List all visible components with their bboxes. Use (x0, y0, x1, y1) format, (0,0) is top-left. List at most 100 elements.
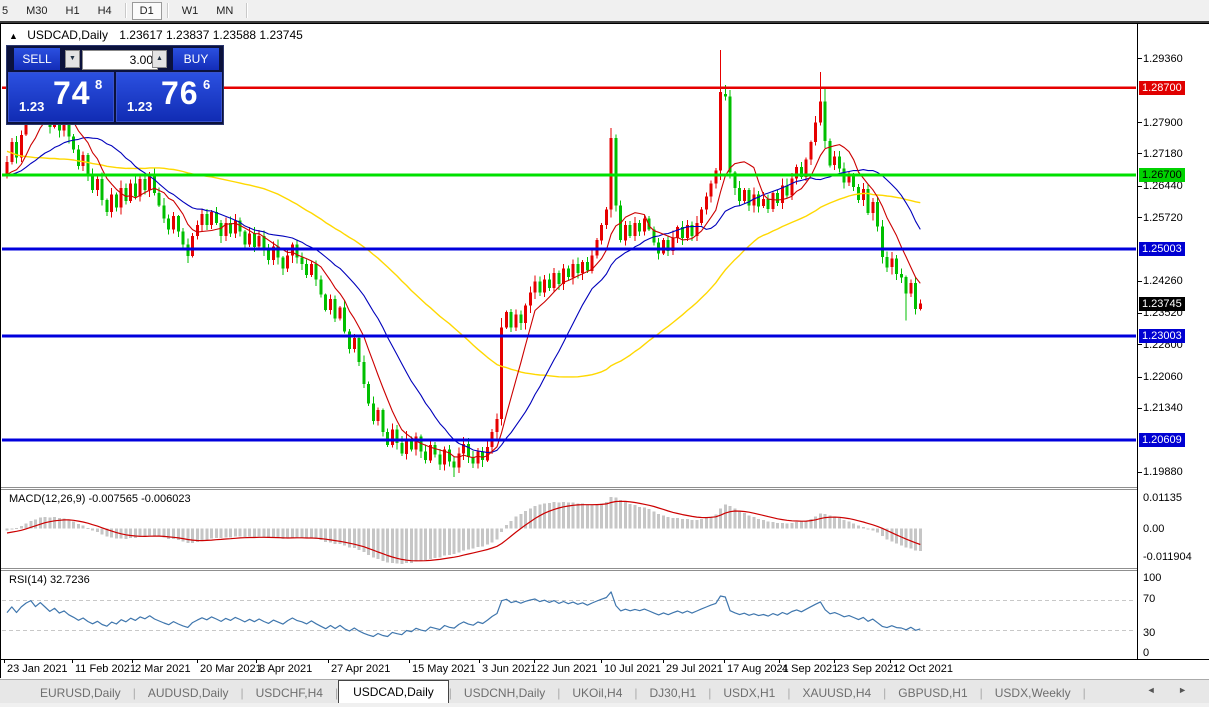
sell-price-sup: 8 (95, 77, 102, 92)
timeframe-button-w1[interactable]: W1 (174, 2, 207, 20)
timeframe-button-d1[interactable]: D1 (132, 2, 162, 20)
date-tick-label: 4 Sep 2021 (782, 663, 838, 675)
level-price-badge: 1.23003 (1139, 329, 1185, 343)
timeframe-button-mn[interactable]: MN (208, 2, 241, 20)
rsi-axis-label: 70 (1143, 593, 1155, 605)
timeframe-button-m30[interactable]: M30 (18, 2, 55, 20)
date-tick-label: 23 Sep 2021 (837, 663, 899, 675)
date-tick-mark (256, 660, 257, 663)
date-tick-mark (4, 660, 5, 663)
date-tick-label: 20 Mar 2021 (200, 663, 262, 675)
ma-fast-line (7, 113, 920, 458)
price-tick-mark (1138, 344, 1142, 345)
date-tick-label: 23 Jan 2021 (7, 663, 68, 675)
level-price-badge: 1.20609 (1139, 433, 1185, 447)
date-tick-mark (663, 660, 664, 663)
chart-tab-usdx-h1[interactable]: USDX,H1 (711, 683, 787, 703)
macd-axis-label: 0.01135 (1143, 492, 1182, 504)
buy-price-big: 76 (161, 75, 199, 112)
date-tick-mark (724, 660, 725, 663)
price-tick-label: 1.19880 (1143, 466, 1183, 478)
chart-tab-dj30-h1[interactable]: DJ30,H1 (638, 683, 709, 703)
chart-tab-ukoil-h4[interactable]: UKOil,H4 (560, 683, 634, 703)
macd-axis-label: 0.00 (1143, 523, 1164, 535)
sell-price-box[interactable]: 1.23 74 8 (8, 72, 114, 122)
price-tick-mark (1138, 472, 1142, 473)
buy-button[interactable]: BUY (173, 48, 219, 70)
chart-tab-gbpusd-h1[interactable]: GBPUSD,H1 (886, 683, 979, 703)
chart-tab-eurusd-daily[interactable]: EURUSD,Daily (28, 683, 133, 703)
toolbar-separator (167, 3, 169, 18)
price-tick-label: 1.24260 (1143, 275, 1183, 287)
price-tick-mark (1138, 377, 1142, 378)
date-tick-label: 29 Jul 2021 (666, 663, 723, 675)
rsi-axis-label: 30 (1143, 627, 1155, 639)
chart-tab-xauusd-h4[interactable]: XAUUSD,H4 (790, 683, 883, 703)
chart-window: ▲ USDCAD,Daily 1.23617 1.23837 1.23588 1… (0, 23, 1209, 678)
date-tick-label: 3 Jun 2021 (482, 663, 536, 675)
date-tick-mark (601, 660, 602, 663)
date-tick-label: 12 Oct 2021 (893, 663, 953, 675)
date-tick-label: 15 May 2021 (412, 663, 476, 675)
buy-price-small: 1.23 (127, 99, 152, 114)
price-tick-mark (1138, 408, 1142, 409)
pane-separator[interactable] (1, 487, 1209, 490)
price-tick-mark (1138, 186, 1142, 187)
chart-tab-usdcad-daily[interactable]: USDCAD,Daily (338, 680, 449, 703)
volume-decrease-button[interactable]: ▼ (65, 50, 80, 68)
chart-tab-usdx-weekly[interactable]: USDX,Weekly (983, 683, 1083, 703)
toolbar-separator (246, 3, 248, 18)
panel-toggle-icon[interactable]: ▲ (9, 31, 18, 41)
price-tick-label: 1.22060 (1143, 371, 1183, 383)
rsi-line (7, 592, 920, 637)
tab-scroll-left-icon[interactable]: ◄ (1147, 685, 1166, 695)
date-tick-mark (132, 660, 133, 663)
timeframe-toolbar: 5M30H1H4 D1 W1MN (0, 0, 1209, 21)
sell-button[interactable]: SELL (14, 48, 60, 70)
rsi-axis-label: 100 (1143, 572, 1161, 584)
date-tick-mark (534, 660, 535, 663)
timeframe-button-h4[interactable]: H4 (90, 2, 120, 20)
level-price-badge: 1.25003 (1139, 242, 1185, 256)
price-tick-label: 1.27180 (1143, 148, 1183, 160)
macd-axis-label: -0.011904 (1143, 551, 1192, 563)
chart-title: ▲ USDCAD,Daily 1.23617 1.23837 1.23588 1… (9, 28, 303, 42)
one-click-trading-panel: SELL ▼ ▲ BUY 1.23 74 8 1.23 76 6 (6, 45, 224, 125)
volume-increase-button[interactable]: ▲ (152, 50, 167, 68)
price-axis[interactable]: 1.293601.279001.271801.264401.257201.242… (1137, 24, 1209, 659)
chart-tab-usdcnh-daily[interactable]: USDCNH,Daily (452, 683, 557, 703)
date-tick-mark (834, 660, 835, 663)
pane-separator[interactable] (1, 568, 1209, 571)
chart-tab-bar: EURUSD,Daily|AUDUSD,Daily|USDCHF,H4|USDC… (0, 679, 1209, 703)
date-tick-label: 27 Apr 2021 (331, 663, 390, 675)
sell-price-big: 74 (53, 75, 91, 112)
volume-input[interactable] (82, 50, 158, 70)
price-tick-mark (1138, 217, 1142, 218)
date-tick-mark (72, 660, 73, 663)
date-tick-label: 8 Apr 2021 (259, 663, 312, 675)
buy-price-box[interactable]: 1.23 76 6 (116, 72, 222, 122)
price-tick-mark (1138, 58, 1142, 59)
timeframe-button-h1[interactable]: H1 (58, 2, 88, 20)
date-tick-mark (890, 660, 891, 663)
date-axis[interactable]: 23 Jan 202111 Feb 20212 Mar 202120 Mar 2… (1, 659, 1209, 679)
date-tick-mark (479, 660, 480, 663)
price-tick-label: 1.25720 (1143, 212, 1183, 224)
chart-tab-usdchf-h4[interactable]: USDCHF,H4 (244, 683, 335, 703)
chevron-down-icon: ▼ (69, 55, 76, 62)
rsi-indicator-pane[interactable] (2, 572, 1136, 659)
symbol-title: USDCAD,Daily (27, 28, 108, 42)
level-price-badge: 1.28700 (1139, 81, 1185, 95)
macd-histogram (6, 497, 922, 564)
price-tick-mark (1138, 281, 1142, 282)
timeframe-button-5[interactable]: 5 (0, 2, 16, 20)
sell-price-small: 1.23 (19, 99, 44, 114)
chart-tab-audusd-daily[interactable]: AUDUSD,Daily (136, 683, 241, 703)
date-tick-label: 2 Mar 2021 (135, 663, 191, 675)
price-tick-mark (1138, 313, 1142, 314)
tab-separator: | (1083, 686, 1086, 703)
buy-price-sup: 6 (203, 77, 210, 92)
date-tick-label: 22 Jun 2021 (537, 663, 598, 675)
tab-scroll-right-icon[interactable]: ► (1178, 685, 1197, 695)
toolbar-separator (125, 3, 127, 18)
